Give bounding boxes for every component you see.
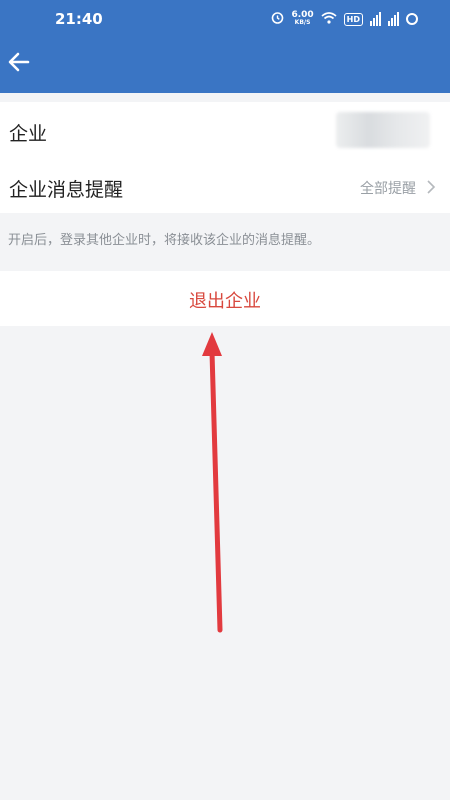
company-name-redacted	[336, 112, 430, 148]
network-speed-unit: KB/S	[294, 19, 311, 26]
network-speed: 6.00 KB/S	[291, 11, 313, 27]
company-label: 企业	[9, 123, 48, 145]
reminder-label: 企业消息提醒	[9, 179, 124, 201]
reminder-hint: 开启后，登录其他企业时，将接收该企业的消息提醒。	[8, 233, 321, 248]
signal-icon-2	[388, 12, 399, 26]
hd-badge: HD	[343, 12, 363, 26]
wifi-icon	[321, 11, 337, 27]
alarm-icon	[271, 11, 284, 27]
app-header: 21:40 6.00 KB/S HD	[0, 0, 450, 93]
chevron-right-icon	[424, 179, 438, 195]
company-row: 企业	[0, 102, 450, 160]
status-icons: 6.00 KB/S HD	[271, 11, 418, 27]
arrow-left-icon	[8, 52, 30, 76]
signal-icon-1	[370, 12, 381, 26]
reminder-value: 全部提醒	[360, 181, 416, 197]
status-bar: 21:40 6.00 KB/S HD	[0, 0, 450, 40]
exit-company-label: 退出企业	[189, 291, 261, 312]
exit-company-button[interactable]: 退出企业	[0, 271, 450, 326]
status-time: 21:40	[55, 10, 103, 28]
network-speed-value: 6.00	[291, 10, 314, 20]
company-reminder-row[interactable]: 企业消息提醒 全部提醒	[0, 160, 450, 213]
battery-icon	[406, 13, 418, 25]
back-button[interactable]	[5, 50, 33, 78]
